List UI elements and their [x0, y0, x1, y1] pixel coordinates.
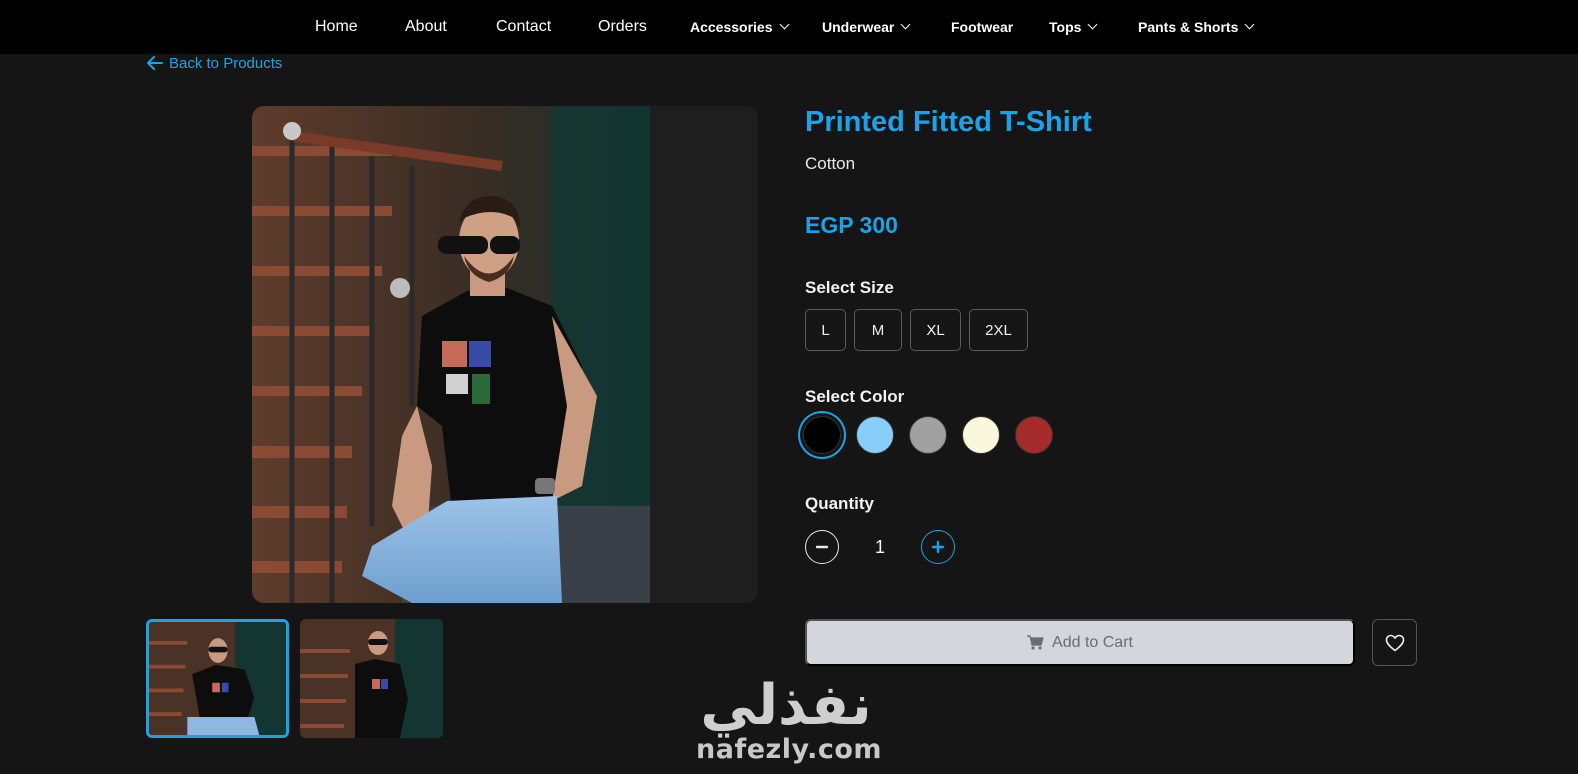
- chevron-down-icon: [900, 19, 911, 30]
- back-to-products-link[interactable]: Back to Products: [147, 52, 282, 74]
- add-to-cart-label: Add to Cart: [1052, 633, 1133, 651]
- size-option-xl[interactable]: XL: [910, 309, 961, 351]
- color-swatch-red[interactable]: [1015, 416, 1053, 454]
- nav-footwear[interactable]: Footwear: [951, 0, 1013, 54]
- quantity-stepper: 1: [805, 530, 955, 564]
- main-product-image[interactable]: [252, 106, 650, 603]
- plus-icon: [931, 540, 945, 554]
- arrow-left-icon: [147, 56, 163, 70]
- product-thumbnail-2[interactable]: [300, 619, 443, 738]
- color-swatch-light-blue[interactable]: [856, 416, 894, 454]
- add-to-cart-button[interactable]: Add to Cart: [805, 619, 1355, 666]
- nav-accessories-label: Accessories: [690, 19, 773, 35]
- color-swatch-gray[interactable]: [909, 416, 947, 454]
- quantity-increase-button[interactable]: [921, 530, 955, 564]
- nav-accessories-dropdown[interactable]: Accessories: [690, 0, 789, 54]
- size-option-2xl[interactable]: 2XL: [969, 309, 1028, 351]
- size-options: L M XL 2XL: [805, 309, 1028, 351]
- heart-icon: [1385, 634, 1404, 652]
- color-swatch-cream[interactable]: [962, 416, 1000, 454]
- nav-home[interactable]: Home: [315, 0, 358, 54]
- product-price: EGP 300: [805, 212, 898, 238]
- quantity-value: 1: [874, 536, 885, 557]
- nav-underwear-dropdown[interactable]: Underwear: [822, 0, 911, 54]
- watermark-logo-text: نفذلي: [700, 673, 871, 738]
- minus-icon: [815, 545, 829, 549]
- cart-icon: [1027, 635, 1044, 650]
- back-link-label: Back to Products: [169, 54, 283, 72]
- nav-pants-shorts-label: Pants & Shorts: [1138, 19, 1239, 35]
- nav-underwear-label: Underwear: [822, 19, 895, 35]
- color-options: [803, 416, 1053, 454]
- nav-pants-shorts-dropdown[interactable]: Pants & Shorts: [1138, 0, 1255, 54]
- color-swatch-black[interactable]: [803, 416, 841, 454]
- add-to-wishlist-button[interactable]: [1372, 619, 1417, 666]
- watermark-domain: nafezly.com: [696, 734, 883, 765]
- product-material: Cotton: [805, 154, 856, 173]
- size-option-l[interactable]: L: [805, 309, 846, 351]
- chevron-down-icon: [1244, 19, 1255, 30]
- size-option-m[interactable]: M: [854, 309, 902, 351]
- quantity-decrease-button[interactable]: [805, 530, 839, 564]
- chevron-down-icon: [779, 19, 789, 30]
- select-color-label: Select Color: [805, 387, 905, 406]
- nav-orders[interactable]: Orders: [598, 0, 647, 54]
- nav-contact[interactable]: Contact: [496, 0, 551, 54]
- main-product-image-panel: [252, 106, 758, 603]
- top-navbar: Home About Contact Orders Accessories Un…: [0, 0, 1578, 54]
- nav-tops-label: Tops: [1049, 19, 1082, 35]
- nav-about[interactable]: About: [405, 0, 447, 54]
- quantity-label: Quantity: [805, 494, 874, 513]
- product-thumbnail-1[interactable]: [146, 619, 289, 738]
- product-title: Printed Fitted T-Shirt: [805, 106, 1092, 138]
- nav-tops-dropdown[interactable]: Tops: [1049, 0, 1098, 54]
- select-size-label: Select Size: [805, 278, 894, 297]
- chevron-down-icon: [1087, 19, 1098, 30]
